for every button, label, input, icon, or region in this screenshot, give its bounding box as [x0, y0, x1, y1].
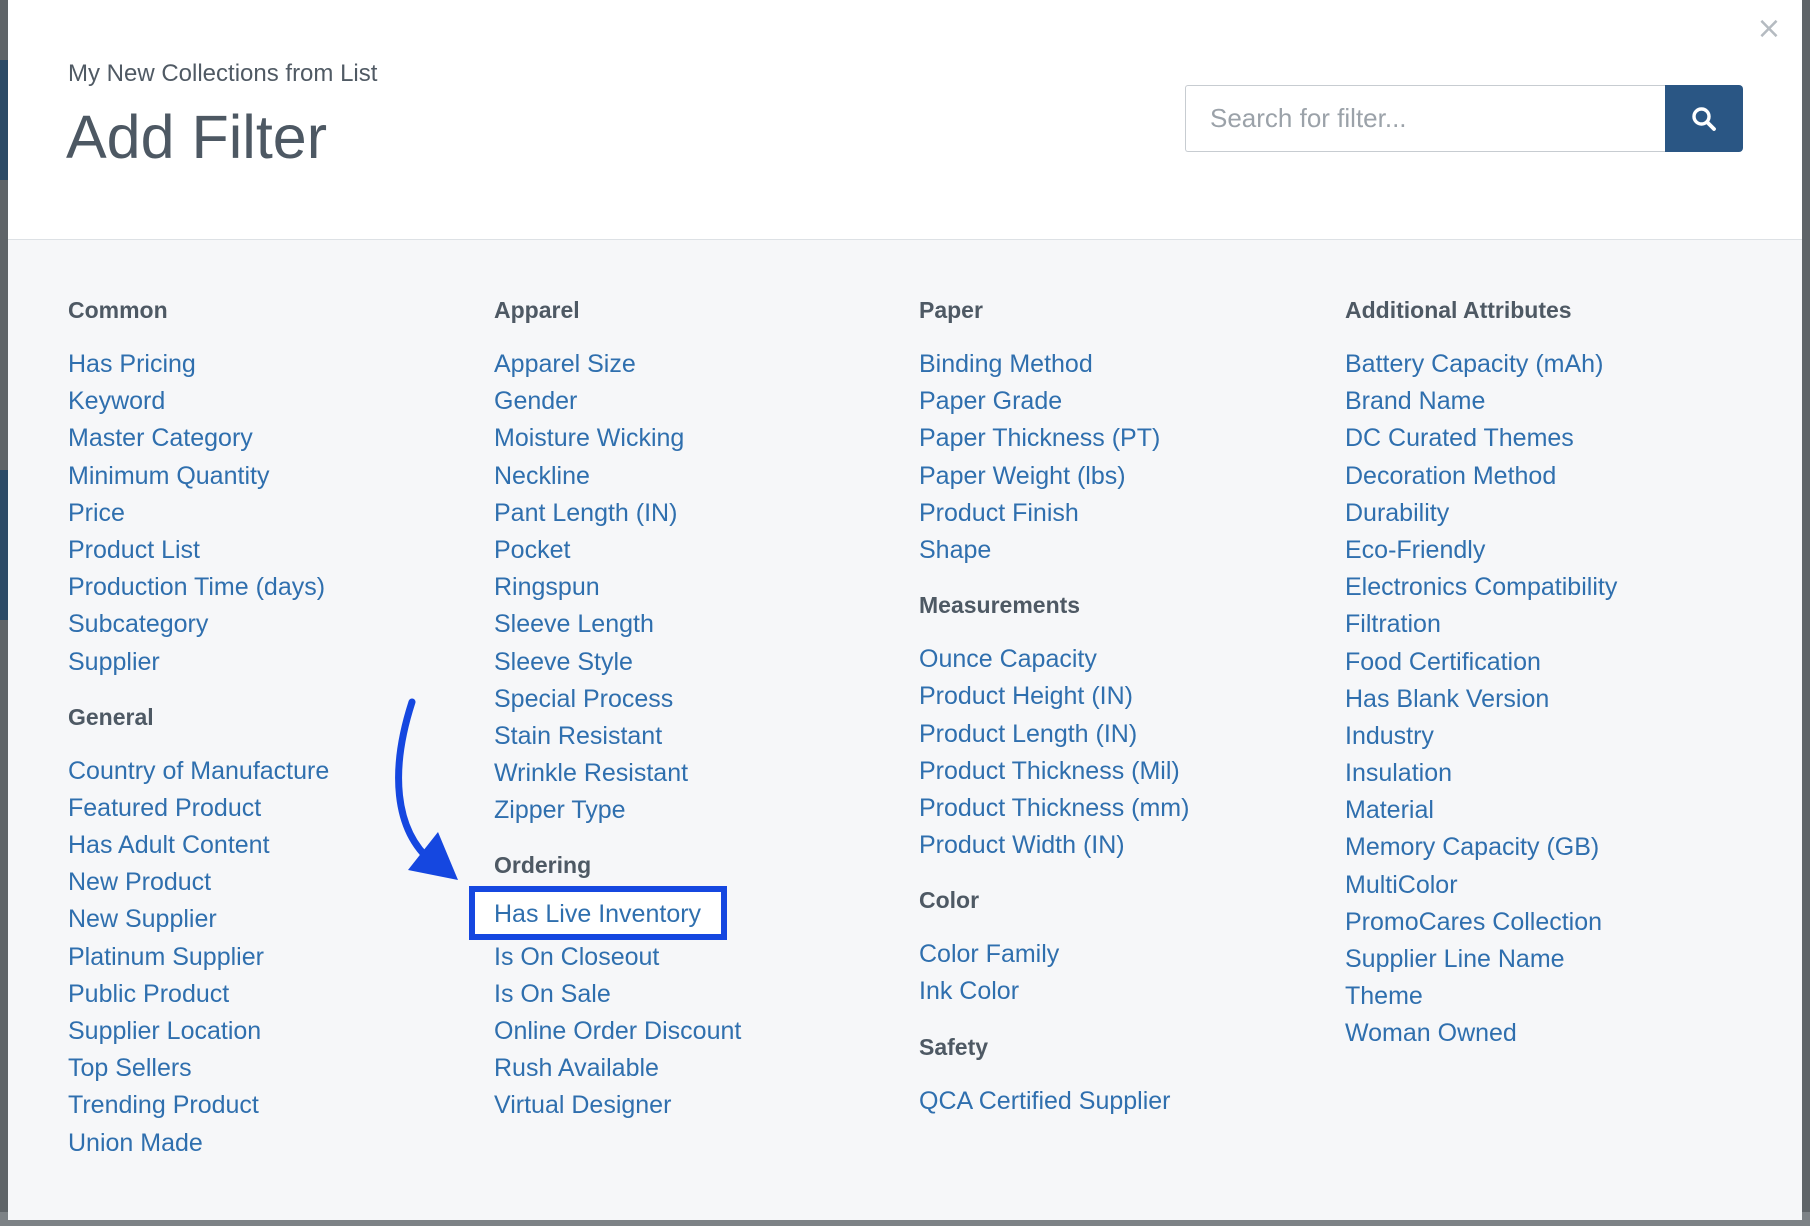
filter-item-apparel-size[interactable]: Apparel Size: [494, 346, 914, 383]
filter-item-filtration[interactable]: Filtration: [1345, 606, 1765, 643]
filter-item-master-category[interactable]: Master Category: [68, 420, 488, 457]
filter-item-pant-length-in[interactable]: Pant Length (IN): [494, 495, 914, 532]
filter-item-product-thickness-mm[interactable]: Product Thickness (mm): [919, 790, 1339, 827]
filter-item-neckline[interactable]: Neckline: [494, 458, 914, 495]
filter-item-multicolor[interactable]: MultiColor: [1345, 867, 1765, 904]
filter-item-paper-grade[interactable]: Paper Grade: [919, 383, 1339, 420]
group-title: Additional Attributes: [1345, 297, 1572, 323]
modal-subtitle: My New Collections from List: [68, 60, 378, 87]
filter-group-measurements: Measurements Ounce Capacity Product Height…: [919, 589, 1339, 864]
search-button[interactable]: [1665, 85, 1743, 152]
filter-item-theme[interactable]: Theme: [1345, 978, 1765, 1015]
filter-item-is-on-sale[interactable]: Is On Sale: [494, 976, 914, 1013]
filter-column: Apparel Apparel Size Gender Moisture Wickin…: [494, 239, 914, 1125]
search-input[interactable]: [1185, 85, 1665, 152]
filter-item-battery-capacity-mah[interactable]: Battery Capacity (mAh): [1345, 346, 1765, 383]
filter-search: [1185, 85, 1743, 152]
group-title: Common: [68, 297, 168, 323]
filter-item-industry[interactable]: Industry: [1345, 718, 1765, 755]
curved-arrow-icon: [395, 698, 458, 880]
filter-item-product-thickness-mil[interactable]: Product Thickness (Mil): [919, 753, 1339, 790]
group-title: Ordering: [494, 852, 592, 879]
filter-item-sleeve-style[interactable]: Sleeve Style: [494, 644, 914, 681]
filter-item-durability[interactable]: Durability: [1345, 495, 1765, 532]
filter-group-safety: Safety QCA Certified Supplier: [919, 1031, 1339, 1120]
add-filter-modal: × My New Collections from List Add Filte…: [8, 0, 1802, 1220]
filter-item-moisture-wicking[interactable]: Moisture Wicking: [494, 420, 914, 457]
filter-item-ringspun[interactable]: Ringspun: [494, 569, 914, 606]
filter-item-ink-color[interactable]: Ink Color: [919, 973, 1339, 1010]
filter-item-zipper-type[interactable]: Zipper Type: [494, 792, 914, 829]
filter-item-is-on-closeout[interactable]: Is On Closeout: [494, 939, 914, 976]
filter-item-stain-resistant[interactable]: Stain Resistant: [494, 718, 914, 755]
filter-group-common: Common Has Pricing Keyword Master Category M…: [68, 294, 488, 681]
filter-item-insulation[interactable]: Insulation: [1345, 755, 1765, 792]
filter-item-public-product[interactable]: Public Product: [68, 976, 488, 1013]
filter-item-material[interactable]: Material: [1345, 792, 1765, 829]
group-title: Paper: [919, 297, 983, 323]
filter-item-wrinkle-resistant[interactable]: Wrinkle Resistant: [494, 755, 914, 792]
filter-item-pocket[interactable]: Pocket: [494, 532, 914, 569]
filter-item-subcategory[interactable]: Subcategory: [68, 606, 488, 643]
filter-item-new-supplier[interactable]: New Supplier: [68, 901, 488, 938]
filter-item-paper-thickness-pt[interactable]: Paper Thickness (PT): [919, 420, 1339, 457]
filter-item-electronics-compatibility[interactable]: Electronics Compatibility: [1345, 569, 1765, 606]
filter-item-paper-weight-lbs[interactable]: Paper Weight (lbs): [919, 458, 1339, 495]
filter-group-paper: Paper Binding Method Paper Grade Paper Thic…: [919, 294, 1339, 569]
filter-item-has-pricing[interactable]: Has Pricing: [68, 346, 488, 383]
filter-column: Additional Attributes Battery Capacity (m…: [1345, 239, 1765, 1053]
filter-item-supplier-line-name[interactable]: Supplier Line Name: [1345, 941, 1765, 978]
filter-item-supplier[interactable]: Supplier: [68, 644, 488, 681]
filter-item-product-length-in[interactable]: Product Length (IN): [919, 716, 1339, 753]
filter-item-product-finish[interactable]: Product Finish: [919, 495, 1339, 532]
filter-item-minimum-quantity[interactable]: Minimum Quantity: [68, 458, 488, 495]
filter-item-brand-name[interactable]: Brand Name: [1345, 383, 1765, 420]
filter-item-food-certification[interactable]: Food Certification: [1345, 644, 1765, 681]
modal-title: Add Filter: [66, 103, 328, 171]
filter-item-gender[interactable]: Gender: [494, 383, 914, 420]
filter-item-top-sellers[interactable]: Top Sellers: [68, 1050, 488, 1087]
filter-item-platinum-supplier[interactable]: Platinum Supplier: [68, 939, 488, 976]
filter-item-rush-available[interactable]: Rush Available: [494, 1050, 914, 1087]
filter-item-trending-product[interactable]: Trending Product: [68, 1087, 488, 1124]
filter-item-online-order-discount[interactable]: Online Order Discount: [494, 1013, 914, 1050]
filter-item-special-process[interactable]: Special Process: [494, 681, 914, 718]
filter-item-product-width-in[interactable]: Product Width (IN): [919, 827, 1339, 864]
group-title: Safety: [919, 1033, 989, 1060]
filter-column: Paper Binding Method Paper Grade Paper Thic…: [919, 239, 1339, 1120]
filter-item-has-live-inventory-highlighted[interactable]: Has Live Inventory: [494, 896, 701, 933]
group-title: Measurements: [919, 592, 1081, 619]
filter-item-keyword[interactable]: Keyword: [68, 383, 488, 420]
filter-item-price[interactable]: Price: [68, 495, 488, 532]
filter-item-memory-capacity-gb[interactable]: Memory Capacity (GB): [1345, 829, 1765, 866]
filter-item-sleeve-length[interactable]: Sleeve Length: [494, 606, 914, 643]
filter-item-product-height-in[interactable]: Product Height (IN): [919, 678, 1339, 715]
filter-item-decoration-method[interactable]: Decoration Method: [1345, 458, 1765, 495]
filter-item-shape[interactable]: Shape: [919, 532, 1339, 569]
filter-item-promocares-collection[interactable]: PromoCares Collection: [1345, 904, 1765, 941]
filter-item-ounce-capacity[interactable]: Ounce Capacity: [919, 641, 1339, 678]
filter-item-virtual-designer[interactable]: Virtual Designer: [494, 1087, 914, 1124]
filter-item-has-blank-version[interactable]: Has Blank Version: [1345, 681, 1765, 718]
filter-item-union-made[interactable]: Union Made: [68, 1125, 488, 1162]
filter-group-additional-attributes: Additional Attributes Battery Capacity (m…: [1345, 294, 1765, 1053]
filter-group-color: Color Color Family Ink Color: [919, 884, 1339, 1010]
filter-item-production-time-days[interactable]: Production Time (days): [68, 569, 488, 606]
filter-item-eco-friendly[interactable]: Eco-Friendly: [1345, 532, 1765, 569]
filter-item-product-list[interactable]: Product List: [68, 532, 488, 569]
filter-item-dc-curated-themes[interactable]: DC Curated Themes: [1345, 420, 1765, 457]
modal-header: × My New Collections from List Add Filte…: [8, 0, 1802, 240]
filter-item-qca-certified-supplier[interactable]: QCA Certified Supplier: [919, 1083, 1339, 1120]
filter-item-binding-method[interactable]: Binding Method: [919, 346, 1339, 383]
filter-item-supplier-location[interactable]: Supplier Location: [68, 1013, 488, 1050]
filter-item-woman-owned[interactable]: Woman Owned: [1345, 1015, 1765, 1052]
search-icon: [1692, 106, 1716, 131]
filter-group-apparel: Apparel Apparel Size Gender Moisture Wickin…: [494, 294, 914, 829]
group-title: Apparel: [494, 297, 580, 323]
close-button[interactable]: ×: [1754, 14, 1784, 44]
group-title: Color: [919, 887, 980, 914]
filter-item-color-family[interactable]: Color Family: [919, 936, 1339, 973]
